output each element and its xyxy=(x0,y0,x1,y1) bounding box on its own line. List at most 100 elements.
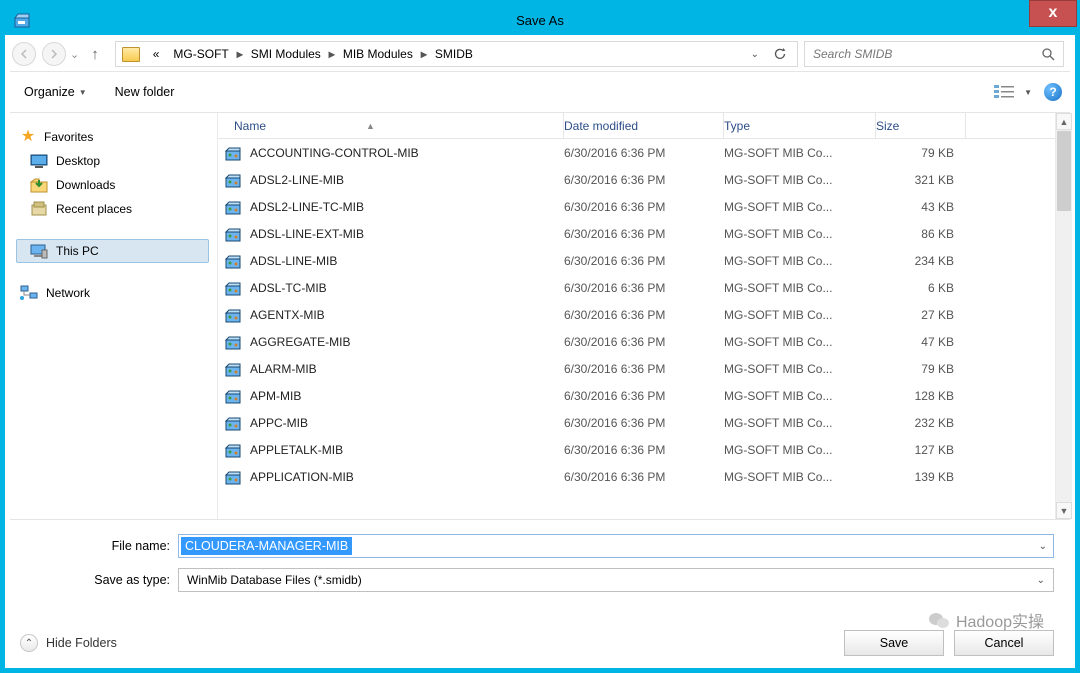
sidebar-item-this-pc[interactable]: This PC xyxy=(16,239,209,263)
recent-locations-button[interactable]: ⌄ xyxy=(70,48,79,61)
file-size: 43 KB xyxy=(876,200,966,214)
scroll-thumb[interactable] xyxy=(1057,131,1071,211)
star-icon: ★ xyxy=(20,129,36,145)
breadcrumb-segment[interactable]: SMIDB xyxy=(428,45,480,63)
list-item[interactable]: ACCOUNTING-CONTROL-MIB6/30/2016 6:36 PMM… xyxy=(224,139,1055,166)
sidebar-item-desktop[interactable]: Desktop xyxy=(16,149,209,173)
file-size: 234 KB xyxy=(876,254,966,268)
filename-label: File name: xyxy=(26,539,178,553)
filename-input[interactable]: CLOUDERA-MANAGER-MIB ⌄ xyxy=(178,534,1054,558)
file-date: 6/30/2016 6:36 PM xyxy=(564,281,724,295)
file-size: 27 KB xyxy=(876,308,966,322)
file-date: 6/30/2016 6:36 PM xyxy=(564,443,724,457)
chevron-down-icon[interactable]: ⌄ xyxy=(751,49,759,60)
column-header-name[interactable]: Name ▲ xyxy=(224,113,564,138)
column-label: Name xyxy=(224,119,266,133)
file-name: ADSL2-LINE-MIB xyxy=(250,173,344,187)
file-type: MG-SOFT MIB Co... xyxy=(724,308,876,322)
scroll-down-icon[interactable]: ▼ xyxy=(1056,502,1072,519)
nav-back-button[interactable] xyxy=(12,42,36,66)
list-item[interactable]: APPLICATION-MIB6/30/2016 6:36 PMMG-SOFT … xyxy=(224,463,1055,490)
mib-file-icon xyxy=(224,442,242,458)
chevron-up-icon: ⌃ xyxy=(20,634,38,652)
sidebar-item-network[interactable]: Network xyxy=(16,281,209,305)
file-name: APM-MIB xyxy=(250,389,301,403)
mib-file-icon xyxy=(224,469,242,485)
list-item[interactable]: APPC-MIB6/30/2016 6:36 PMMG-SOFT MIB Co.… xyxy=(224,409,1055,436)
sidebar-favorites[interactable]: ★ Favorites xyxy=(16,125,209,149)
scroll-up-icon[interactable]: ▲ xyxy=(1056,113,1072,130)
dialog-footer: ⌃ Hide Folders Save Cancel Hadoop实操 xyxy=(8,612,1072,666)
mib-file-icon xyxy=(224,253,242,269)
sidebar-item-recent-places[interactable]: Recent places xyxy=(16,197,209,221)
refresh-icon[interactable] xyxy=(773,47,787,61)
breadcrumb-segment[interactable]: MIB Modules xyxy=(336,45,420,63)
chevron-right-icon[interactable]: ▸ xyxy=(420,47,428,61)
hide-folders-button[interactable]: ⌃ Hide Folders xyxy=(20,634,117,652)
chevron-right-icon[interactable]: ▸ xyxy=(328,47,336,61)
column-header-size[interactable]: Size xyxy=(876,113,966,138)
organize-button[interactable]: Organize ▼ xyxy=(18,81,93,103)
nav-up-button[interactable]: ↑ xyxy=(91,46,99,63)
this-pc-icon xyxy=(30,243,48,259)
file-size: 128 KB xyxy=(876,389,966,403)
save-button[interactable]: Save xyxy=(844,630,944,656)
file-name: ADSL-LINE-EXT-MIB xyxy=(250,227,364,241)
list-item[interactable]: ADSL-LINE-EXT-MIB6/30/2016 6:36 PMMG-SOF… xyxy=(224,220,1055,247)
file-size: 79 KB xyxy=(876,146,966,160)
list-item[interactable]: ADSL-LINE-MIB6/30/2016 6:36 PMMG-SOFT MI… xyxy=(224,247,1055,274)
column-header-date[interactable]: Date modified xyxy=(564,113,724,138)
view-options-button[interactable]: ▼ xyxy=(994,85,1032,99)
file-size: 127 KB xyxy=(876,443,966,457)
file-size: 47 KB xyxy=(876,335,966,349)
save-type-select[interactable]: WinMib Database Files (*.smidb) ⌄ xyxy=(178,568,1054,592)
file-date: 6/30/2016 6:36 PM xyxy=(564,362,724,376)
list-item[interactable]: AGENTX-MIB6/30/2016 6:36 PMMG-SOFT MIB C… xyxy=(224,301,1055,328)
cancel-button[interactable]: Cancel xyxy=(954,630,1054,656)
mib-file-icon xyxy=(224,280,242,296)
breadcrumb-segment[interactable]: MG-SOFT xyxy=(166,45,235,63)
list-item[interactable]: ADSL2-LINE-TC-MIB6/30/2016 6:36 PMMG-SOF… xyxy=(224,193,1055,220)
file-type: MG-SOFT MIB Co... xyxy=(724,389,876,403)
chevron-down-icon: ⌄ xyxy=(1037,575,1045,586)
filename-value: CLOUDERA-MANAGER-MIB xyxy=(181,537,352,555)
nav-row: ⌄ ↑ « MG-SOFT ▸ SMI Modules ▸ MIB Module… xyxy=(8,37,1072,71)
list-item[interactable]: ADSL2-LINE-MIB6/30/2016 6:36 PMMG-SOFT M… xyxy=(224,166,1055,193)
close-button[interactable]: x xyxy=(1029,0,1077,27)
vertical-scrollbar[interactable]: ▲ ▼ xyxy=(1055,113,1072,519)
address-bar[interactable]: « MG-SOFT ▸ SMI Modules ▸ MIB Modules ▸ … xyxy=(115,41,798,67)
sidebar-item-label: This PC xyxy=(56,244,99,258)
search-input[interactable]: Search SMIDB xyxy=(804,41,1064,67)
sidebar-item-downloads[interactable]: Downloads xyxy=(16,173,209,197)
list-item[interactable]: APM-MIB 6/30/2016 6:36 PMMG-SOFT MIB Co..… xyxy=(224,382,1055,409)
chevron-down-icon[interactable]: ⌄ xyxy=(1039,541,1053,552)
new-folder-button[interactable]: New folder xyxy=(109,81,181,103)
list-item[interactable]: ADSL-TC-MIB6/30/2016 6:36 PMMG-SOFT MIB … xyxy=(224,274,1055,301)
column-header-type[interactable]: Type xyxy=(724,113,876,138)
breadcrumb-segment[interactable]: SMI Modules xyxy=(244,45,328,63)
file-date: 6/30/2016 6:36 PM xyxy=(564,470,724,484)
nav-forward-button[interactable] xyxy=(42,42,66,66)
list-item[interactable]: AGGREGATE-MIB6/30/2016 6:36 PMMG-SOFT MI… xyxy=(224,328,1055,355)
chevron-down-icon: ▼ xyxy=(1024,88,1032,97)
help-button[interactable]: ? xyxy=(1044,83,1062,101)
sidebar-item-label: Desktop xyxy=(56,154,100,168)
folder-icon xyxy=(122,47,140,62)
mib-file-icon xyxy=(224,388,242,404)
navigation-pane: ★ Favorites Desktop Downloads Recent pla… xyxy=(8,113,218,519)
file-type: MG-SOFT MIB Co... xyxy=(724,470,876,484)
list-item[interactable]: ALARM-MIB6/30/2016 6:36 PMMG-SOFT MIB Co… xyxy=(224,355,1055,382)
titlebar[interactable]: Save As x xyxy=(5,5,1075,35)
mib-file-icon xyxy=(224,307,242,323)
file-name: ADSL2-LINE-TC-MIB xyxy=(250,200,364,214)
list-header: Name ▲ Date modified Type Size xyxy=(218,113,1055,139)
file-date: 6/30/2016 6:36 PM xyxy=(564,335,724,349)
file-date: 6/30/2016 6:36 PM xyxy=(564,416,724,430)
network-icon xyxy=(20,285,38,301)
file-name: APPLETALK-MIB xyxy=(250,443,343,457)
chevron-right-icon[interactable]: ▸ xyxy=(236,47,244,61)
list-item[interactable]: APPLETALK-MIB6/30/2016 6:36 PMMG-SOFT MI… xyxy=(224,436,1055,463)
hide-folders-label: Hide Folders xyxy=(46,636,117,650)
client-area: ⌄ ↑ « MG-SOFT ▸ SMI Modules ▸ MIB Module… xyxy=(5,35,1075,668)
file-date: 6/30/2016 6:36 PM xyxy=(564,389,724,403)
